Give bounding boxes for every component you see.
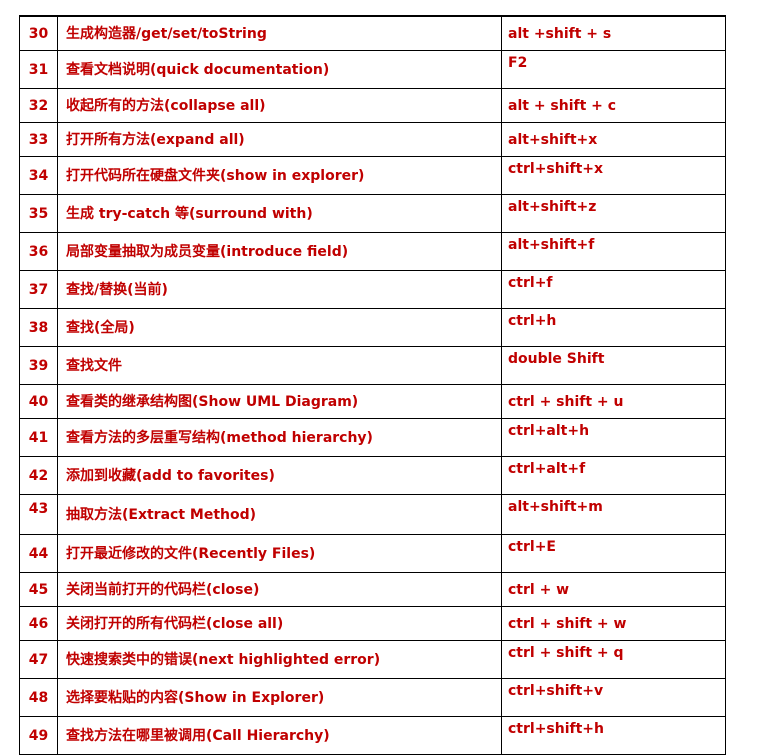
row-number: 39 — [19, 346, 58, 385]
row-number: 32 — [19, 88, 58, 123]
row-number: 31 — [19, 50, 58, 89]
row-description: 生成 try-catch 等(surround with) — [57, 194, 502, 233]
row-number: 49 — [19, 716, 58, 755]
table-row: 49 查找方法在哪里被调用(Call Hierarchy) ctrl+shift… — [19, 716, 726, 755]
row-number: 45 — [19, 572, 58, 607]
row-description: 查看方法的多层重写结构(method hierarchy) — [57, 418, 502, 457]
row-number: 44 — [19, 534, 58, 573]
row-description: 打开所有方法(expand all) — [57, 122, 502, 157]
table-row: 32 收起所有的方法(collapse all) alt + shift + c — [19, 88, 726, 123]
row-shortcut: alt+shift+f — [501, 232, 726, 271]
row-description: 打开代码所在硬盘文件夹(show in explorer) — [57, 156, 502, 195]
table-row: 39 查找文件 double Shift — [19, 346, 726, 385]
row-shortcut: ctrl + shift + q — [501, 640, 726, 679]
row-shortcut: ctrl+alt+f — [501, 456, 726, 495]
row-shortcut: alt+shift+m — [501, 494, 726, 535]
row-shortcut: ctrl+shift+h — [501, 716, 726, 755]
row-number: 41 — [19, 418, 58, 457]
row-description: 选择要粘贴的内容(Show in Explorer) — [57, 678, 502, 717]
table-row: 36 局部变量抽取为成员变量(introduce field) alt+shif… — [19, 232, 726, 271]
row-description: 抽取方法(Extract Method) — [57, 494, 502, 535]
table-row: 40 查看类的继承结构图(Show UML Diagram) ctrl + sh… — [19, 384, 726, 419]
row-shortcut: F2 — [501, 50, 726, 89]
table-row: 41 查看方法的多层重写结构(method hierarchy) ctrl+al… — [19, 418, 726, 457]
row-shortcut: ctrl + shift + w — [501, 606, 726, 641]
row-description: 查看类的继承结构图(Show UML Diagram) — [57, 384, 502, 419]
table-row: 48 选择要粘贴的内容(Show in Explorer) ctrl+shift… — [19, 678, 726, 717]
row-number: 35 — [19, 194, 58, 233]
row-shortcut: ctrl + w — [501, 572, 726, 607]
row-number: 36 — [19, 232, 58, 271]
row-number: 48 — [19, 678, 58, 717]
row-shortcut: alt +shift + s — [501, 15, 726, 51]
table-row: 37 查找/替换(当前) ctrl+f — [19, 270, 726, 309]
row-description: 生成构造器/get/set/toString — [57, 15, 502, 51]
row-number: 46 — [19, 606, 58, 641]
row-number: 40 — [19, 384, 58, 419]
row-description: 查找文件 — [57, 346, 502, 385]
row-number: 30 — [19, 15, 58, 51]
row-description: 关闭当前打开的代码栏(close) — [57, 572, 502, 607]
row-shortcut: ctrl+alt+h — [501, 418, 726, 457]
row-description: 查找(全局) — [57, 308, 502, 347]
row-shortcut: ctrl+E — [501, 534, 726, 573]
table-row: 45 关闭当前打开的代码栏(close) ctrl + w — [19, 572, 726, 607]
row-shortcut: ctrl+h — [501, 308, 726, 347]
row-shortcut: ctrl+f — [501, 270, 726, 309]
row-description: 添加到收藏(add to favorites) — [57, 456, 502, 495]
table-row: 33 打开所有方法(expand all) alt+shift+x — [19, 122, 726, 157]
table-row: 34 打开代码所在硬盘文件夹(show in explorer) ctrl+sh… — [19, 156, 726, 195]
row-description: 查找/替换(当前) — [57, 270, 502, 309]
shortcut-table: 30 生成构造器/get/set/toString alt +shift + s… — [19, 15, 726, 755]
row-number: 47 — [19, 640, 58, 679]
row-shortcut: ctrl+shift+x — [501, 156, 726, 195]
row-description: 关闭打开的所有代码栏(close all) — [57, 606, 502, 641]
row-shortcut: double Shift — [501, 346, 726, 385]
table-row: 30 生成构造器/get/set/toString alt +shift + s — [19, 15, 726, 51]
table-row: 38 查找(全局) ctrl+h — [19, 308, 726, 347]
row-number: 33 — [19, 122, 58, 157]
row-description: 查看文档说明(quick documentation) — [57, 50, 502, 89]
table-row: 43 抽取方法(Extract Method) alt+shift+m — [19, 494, 726, 535]
row-description: 局部变量抽取为成员变量(introduce field) — [57, 232, 502, 271]
table-row: 46 关闭打开的所有代码栏(close all) ctrl + shift + … — [19, 606, 726, 641]
row-shortcut: alt+shift+z — [501, 194, 726, 233]
table-row: 35 生成 try-catch 等(surround with) alt+shi… — [19, 194, 726, 233]
row-number: 43 — [19, 494, 58, 535]
row-shortcut: ctrl + shift + u — [501, 384, 726, 419]
row-number: 38 — [19, 308, 58, 347]
table-row: 42 添加到收藏(add to favorites) ctrl+alt+f — [19, 456, 726, 495]
table-row: 47 快速搜索类中的错误(next highlighted error) ctr… — [19, 640, 726, 679]
shortcut-table-wrapper: 30 生成构造器/get/set/toString alt +shift + s… — [19, 15, 726, 755]
row-description: 快速搜索类中的错误(next highlighted error) — [57, 640, 502, 679]
row-description: 收起所有的方法(collapse all) — [57, 88, 502, 123]
row-description: 查找方法在哪里被调用(Call Hierarchy) — [57, 716, 502, 755]
row-number: 34 — [19, 156, 58, 195]
row-description: 打开最近修改的文件(Recently Files) — [57, 534, 502, 573]
row-shortcut: alt+shift+x — [501, 122, 726, 157]
table-row: 44 打开最近修改的文件(Recently Files) ctrl+E — [19, 534, 726, 573]
table-row: 31 查看文档说明(quick documentation) F2 — [19, 50, 726, 89]
row-number: 42 — [19, 456, 58, 495]
row-shortcut: ctrl+shift+v — [501, 678, 726, 717]
row-number: 37 — [19, 270, 58, 309]
row-shortcut: alt + shift + c — [501, 88, 726, 123]
